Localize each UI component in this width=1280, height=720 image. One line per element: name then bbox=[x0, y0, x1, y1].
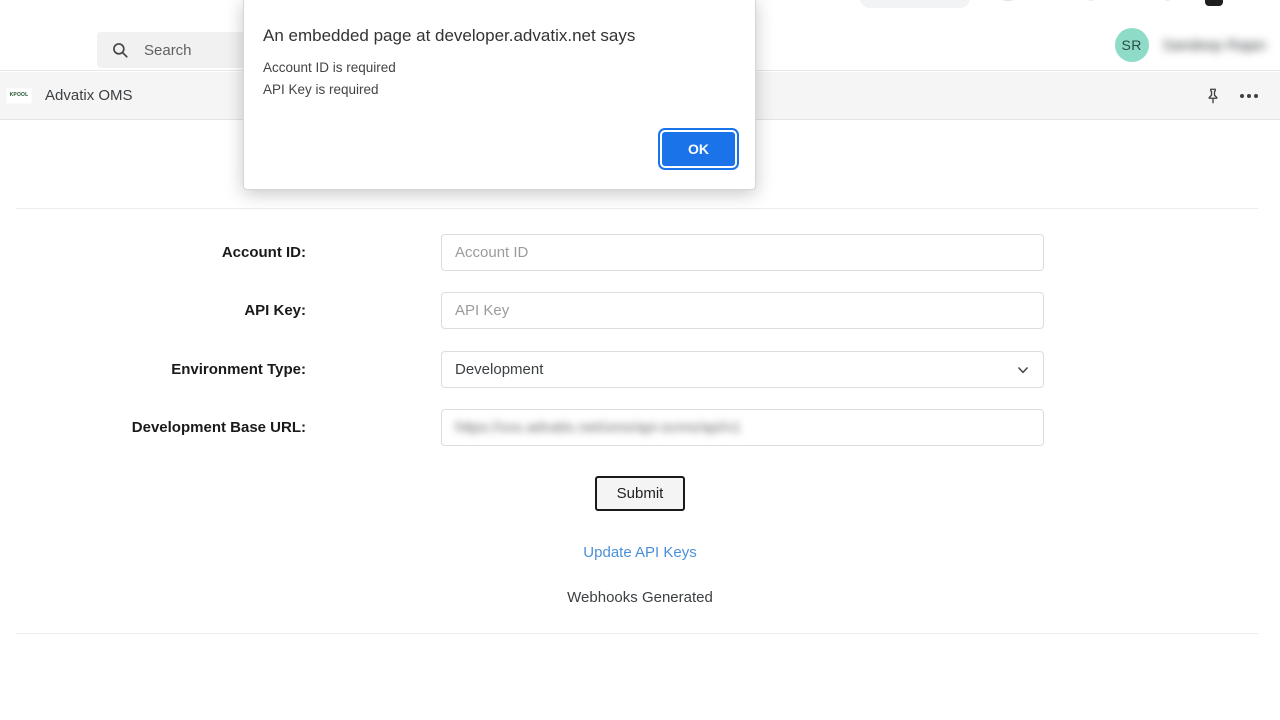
alert-dialog: An embedded page at developer.advatix.ne… bbox=[243, 0, 756, 190]
field-wrap-api-key: API Key bbox=[441, 292, 1044, 329]
form-row-account-id: Account ID: Account ID bbox=[0, 234, 1280, 271]
api-key-placeholder: API Key bbox=[455, 302, 509, 319]
account-id-input[interactable]: Account ID bbox=[441, 234, 1044, 271]
label-environment-type: Environment Type: bbox=[0, 361, 306, 378]
label-development-base-url: Development Base URL: bbox=[0, 419, 306, 436]
omnibox-fragment bbox=[860, 0, 970, 8]
chevron-down-icon bbox=[1016, 363, 1030, 377]
environment-type-select[interactable]: Development bbox=[441, 351, 1044, 388]
form-row-environment-type: Environment Type: Development bbox=[0, 351, 1280, 388]
user-name: Sandeep Rajan bbox=[1163, 37, 1266, 54]
alert-dialog-body: Account ID is required API Key is requir… bbox=[263, 57, 396, 101]
update-api-keys-link[interactable]: Update API Keys bbox=[583, 544, 696, 561]
alert-dialog-title: An embedded page at developer.advatix.ne… bbox=[263, 26, 635, 46]
account-id-placeholder: Account ID bbox=[455, 244, 528, 261]
divider-top bbox=[16, 208, 1258, 209]
alert-message-account-id: Account ID is required bbox=[263, 57, 396, 79]
avatar[interactable]: SR bbox=[1115, 28, 1149, 62]
development-base-url-value: https://xxx.advatix.net/oms/api-ocms/api… bbox=[455, 419, 741, 436]
label-account-id: Account ID: bbox=[0, 244, 306, 261]
submit-row: Submit bbox=[0, 476, 1280, 511]
divider-bottom bbox=[16, 633, 1258, 634]
more-dot-1 bbox=[1240, 94, 1244, 98]
profile-icon-fragment bbox=[1205, 0, 1223, 6]
api-key-input[interactable]: API Key bbox=[441, 292, 1044, 329]
app-bar-actions bbox=[1204, 87, 1258, 105]
plugin-page: e functionalities of this plugin. Accoun… bbox=[0, 120, 1280, 720]
pin-icon[interactable] bbox=[1204, 87, 1222, 105]
alert-dialog-footer: OK bbox=[662, 132, 735, 166]
toolbar-icon-fragment-3 bbox=[1163, 0, 1172, 1]
ok-button[interactable]: OK bbox=[662, 132, 735, 166]
toolbar-icon-fragment-1 bbox=[1086, 0, 1096, 1]
development-base-url-input[interactable]: https://xxx.advatix.net/oms/api-ocms/api… bbox=[441, 409, 1044, 446]
user-account-area[interactable]: SR Sandeep Rajan bbox=[1115, 28, 1266, 62]
more-icon[interactable] bbox=[1240, 94, 1258, 98]
search-placeholder: Search bbox=[144, 42, 192, 59]
search-icon bbox=[111, 41, 129, 59]
alert-message-api-key: API Key is required bbox=[263, 79, 396, 101]
field-wrap-account-id: Account ID bbox=[441, 234, 1044, 271]
app-logo: KPOOL bbox=[6, 88, 32, 104]
label-api-key: API Key: bbox=[0, 302, 306, 319]
app-title: Advatix OMS bbox=[45, 87, 133, 104]
environment-type-value: Development bbox=[455, 361, 543, 378]
toolbar-icon-fragment-2 bbox=[1002, 0, 1014, 1]
field-wrap-environment-type: Development bbox=[441, 351, 1044, 388]
app-logo-text: KPOOL bbox=[10, 93, 29, 98]
webhooks-status-text: Webhooks Generated bbox=[0, 589, 1280, 606]
field-wrap-development-base-url: https://xxx.advatix.net/oms/api-ocms/api… bbox=[441, 409, 1044, 446]
more-dot-3 bbox=[1254, 94, 1258, 98]
form-row-api-key: API Key: API Key bbox=[0, 292, 1280, 329]
submit-button[interactable]: Submit bbox=[595, 476, 686, 511]
form-row-development-base-url: Development Base URL: https://xxx.advati… bbox=[0, 409, 1280, 446]
more-dot-2 bbox=[1247, 94, 1251, 98]
update-api-keys-row: Update API Keys bbox=[0, 544, 1280, 562]
